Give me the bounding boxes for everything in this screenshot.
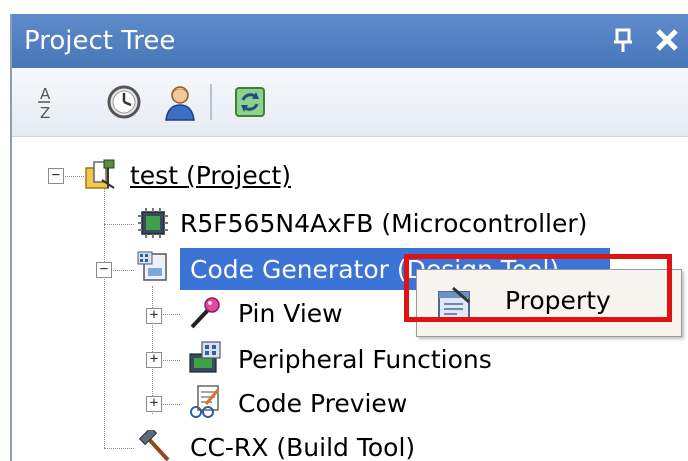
pin-icon[interactable]: [610, 24, 636, 56]
tree-connector: [104, 188, 105, 448]
peripheral-functions-icon: [188, 340, 222, 374]
panel-toolbar: A Z: [12, 68, 688, 137]
clock-icon[interactable]: [104, 82, 144, 122]
toolbar-separator: [210, 84, 212, 120]
tree-item-label: R5F565N4AxFB (Microcontroller): [180, 209, 588, 238]
tree-item-label: test (Project): [130, 161, 291, 190]
screenshot-stage: Project Tree A Z − test (Project) R5F565…: [0, 0, 688, 461]
expand-toggle[interactable]: +: [146, 308, 162, 324]
project-tree-panel: Project Tree A Z − test (Project) R5F565…: [10, 14, 688, 461]
code-generator-icon: [136, 250, 170, 284]
annotation-highlight-box: [404, 254, 672, 322]
panel-titlebar: Project Tree: [12, 14, 688, 68]
tree-item-label: Peripheral Functions: [238, 345, 492, 374]
tree-item-label: Code Preview: [238, 389, 408, 418]
tree-item-label: Pin View: [238, 299, 343, 328]
code-preview-icon: [188, 384, 222, 418]
chip-icon: [136, 206, 170, 240]
panel-title: Project Tree: [24, 26, 176, 56]
close-icon[interactable]: [652, 22, 682, 56]
tree-connector: [104, 224, 134, 225]
svg-text:A: A: [40, 85, 51, 103]
project-icon: [84, 158, 118, 192]
svg-text:Z: Z: [40, 104, 50, 122]
collapse-toggle[interactable]: −: [48, 168, 64, 184]
build-tool-icon: [138, 426, 172, 461]
pin-view-icon: [188, 296, 222, 330]
expand-toggle[interactable]: +: [146, 396, 162, 412]
collapse-toggle[interactable]: −: [96, 262, 112, 278]
refresh-icon[interactable]: [230, 82, 270, 122]
user-icon[interactable]: [160, 82, 200, 122]
tree-item-label: CC-RX (Build Tool): [190, 433, 416, 461]
sort-az-icon[interactable]: A Z: [26, 82, 66, 122]
tree-connector: [104, 448, 134, 449]
expand-toggle[interactable]: +: [146, 352, 162, 368]
